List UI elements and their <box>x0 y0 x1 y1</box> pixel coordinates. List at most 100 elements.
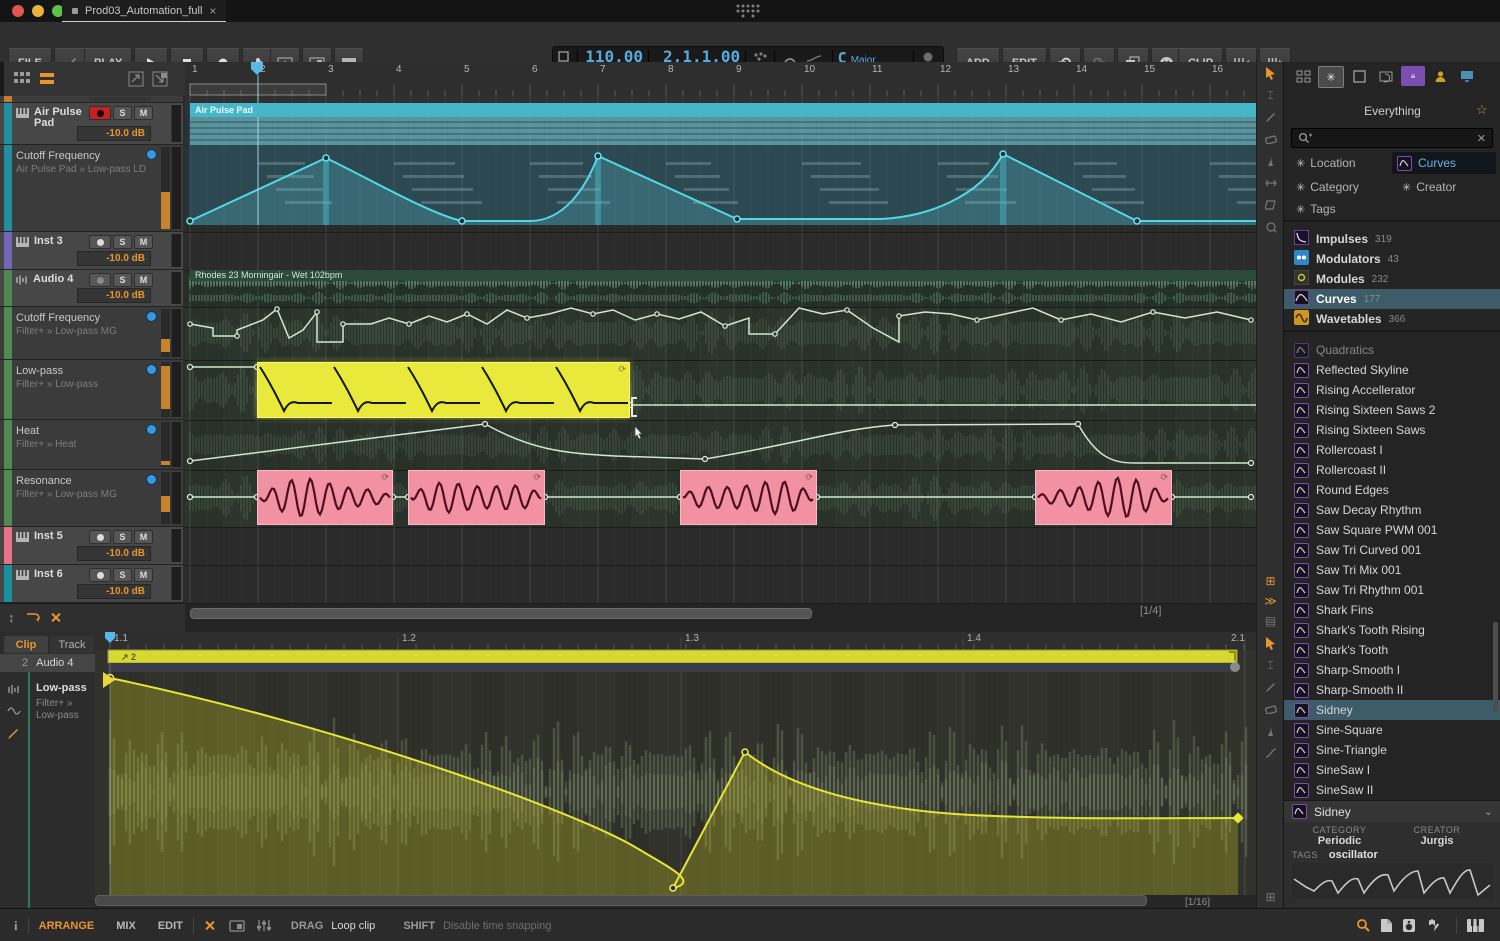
automation-lane-low-pass[interactable]: Low-passFilter+ » Low-pass <box>0 360 183 420</box>
curve-item[interactable]: Shark's Tooth Rising <box>1284 620 1500 640</box>
track-volume[interactable]: -10.0 dB <box>77 251 151 266</box>
editor-canvas[interactable]: ↗ 2 1.11.21.31.42.1 [1/16] <box>95 632 1256 908</box>
curve-item[interactable]: Rising Sixteen Saws 2 <box>1284 400 1500 420</box>
filter-tags[interactable]: ✳Tags <box>1296 202 1336 216</box>
editor-track-label[interactable]: 2 Audio 4 <box>0 654 95 672</box>
solo-button[interactable]: S <box>113 273 132 287</box>
filter-curves-active[interactable]: Curves <box>1392 152 1496 174</box>
mode-mix[interactable]: MIX <box>116 920 136 932</box>
solo-button[interactable]: S <box>113 235 132 249</box>
curve-item[interactable]: Sharp-Smooth II <box>1284 680 1500 700</box>
curve-item[interactable]: Shark Fins <box>1284 600 1500 620</box>
follow-playback-icon[interactable] <box>26 611 42 624</box>
arranger-hscrollbar[interactable] <box>190 608 812 619</box>
resize-lanes-icon[interactable]: ↕ <box>8 610 15 625</box>
track-air-pulse-pad[interactable]: Air Pulse PadSM-10.0 dB <box>0 103 183 145</box>
curve-item[interactable]: Saw Decay Rhythm <box>1284 500 1500 520</box>
editor-time-selection-tool[interactable]: ⌶ <box>1257 654 1284 676</box>
editor-lane-name[interactable]: Low-pass <box>36 682 87 694</box>
editor-hscrollbar[interactable] <box>95 895 1147 906</box>
curve-item[interactable]: Rollercoast II <box>1284 460 1500 480</box>
automation-enable-dot[interactable] <box>146 424 157 435</box>
zoom-search-icon[interactable] <box>1356 918 1371 933</box>
editor-pen-tool[interactable] <box>1257 676 1284 698</box>
air-clip-header[interactable]: Air Pulse Pad <box>190 103 1256 117</box>
automation-lane-heat[interactable]: HeatFilter+ » Heat <box>0 420 183 470</box>
mute-button[interactable]: M <box>134 530 153 544</box>
editor-grid-settings-icon[interactable]: ⊞ <box>1257 886 1284 908</box>
time-selection-tool[interactable]: ⌶ <box>1257 84 1284 106</box>
comping-tool[interactable] <box>1257 194 1284 216</box>
expand-tracks-icon[interactable] <box>128 71 145 87</box>
clear-search-icon[interactable]: ✕ <box>1477 132 1486 145</box>
track-audio-4[interactable]: Audio 4SM-10.0 dB <box>0 270 183 307</box>
stretch-tool[interactable] <box>1257 172 1284 194</box>
rhodes-clip-header[interactable]: Rhodes 23 Morningair - Wet 102bpm <box>190 270 1256 281</box>
file-icon[interactable] <box>1380 918 1393 933</box>
tab-track[interactable]: Track <box>50 636 94 653</box>
filter-location[interactable]: ✳Location <box>1296 156 1356 170</box>
pen-tool[interactable] <box>1257 106 1284 128</box>
curve-item[interactable]: SineSaw II <box>1284 780 1500 800</box>
list-view-icon[interactable] <box>40 72 56 86</box>
track-inst-3[interactable]: Inst 3SM-10.0 dB <box>0 232 183 270</box>
grid-settings-icon[interactable]: ▤ <box>1257 610 1284 632</box>
clear-automation-icon[interactable] <box>50 612 61 623</box>
browser-device-screen-icon[interactable] <box>1455 66 1479 86</box>
snap-grid-icon[interactable]: ⊞ <box>1257 570 1284 592</box>
track-volume[interactable]: -10.0 dB <box>77 126 151 141</box>
draw-pencil-icon[interactable] <box>7 728 19 740</box>
mute-button[interactable]: M <box>134 106 153 120</box>
resonance-clip[interactable]: ⟳ <box>257 470 393 525</box>
arranger-timeline[interactable]: 12345678910111213141516 Air Pulse Pad Rh… <box>185 62 1256 632</box>
automation-enable-dot[interactable] <box>146 474 157 485</box>
curve-item[interactable]: Rising Sixteen Saws <box>1284 420 1500 440</box>
category-modules[interactable]: Modules232 <box>1284 269 1500 289</box>
browser-recent-icon[interactable] <box>1374 66 1398 86</box>
arm-record-button[interactable] <box>89 106 111 120</box>
automation-lane-cutoff-frequency[interactable]: Cutoff FrequencyAir Pulse Pad » Low-pass… <box>0 145 183 232</box>
automation-fader[interactable] <box>161 362 170 417</box>
curve-item[interactable]: Reflected Skyline <box>1284 360 1500 380</box>
automation-fader[interactable] <box>161 472 170 524</box>
automation-lane-resonance[interactable]: ResonanceFilter+ » Low-pass MG <box>0 470 183 527</box>
piano-icon[interactable] <box>1467 919 1484 932</box>
curve-item[interactable]: Sine-Square <box>1284 720 1500 740</box>
devices-grid-icon[interactable] <box>1291 66 1315 86</box>
track-volume[interactable]: -10.0 dB <box>77 546 151 561</box>
mode-arrange[interactable]: ARRANGE <box>39 920 95 932</box>
arm-record-button[interactable] <box>89 235 111 249</box>
mute-button[interactable]: M <box>134 235 153 249</box>
shrink-tracks-icon[interactable] <box>152 71 169 87</box>
browser-scrollbar[interactable] <box>1493 622 1498 712</box>
track-inst-6[interactable]: Inst 6SM-10.0 dB <box>0 565 183 603</box>
solo-button[interactable]: S <box>113 530 132 544</box>
browser-files-icon[interactable]: ≡ <box>1401 66 1425 86</box>
arm-record-button[interactable] <box>89 530 111 544</box>
resonance-clip[interactable]: ⟳ <box>1035 470 1172 525</box>
grid-view-icon[interactable] <box>14 72 32 86</box>
pointer-tool[interactable] <box>1257 62 1284 84</box>
track-inst-5[interactable]: Inst 5SM-10.0 dB <box>0 527 183 565</box>
curve-item[interactable]: Saw Square PWM 001 <box>1284 520 1500 540</box>
resonance-clip[interactable]: ⟳ <box>408 470 545 525</box>
automation-fader[interactable] <box>161 147 170 229</box>
mixer-sliders-icon[interactable] <box>257 919 271 932</box>
curve-item[interactable]: Quadratics <box>1284 340 1500 360</box>
editor-pointer-tool[interactable] <box>1257 632 1284 654</box>
info-icon[interactable]: i <box>14 918 18 934</box>
browser-user-icon[interactable] <box>1428 66 1452 86</box>
filter-creator[interactable]: ✳Creator <box>1402 180 1456 194</box>
curve-item[interactable]: SineSaw I <box>1284 760 1500 780</box>
close-tab-icon[interactable]: × <box>209 4 216 18</box>
mute-button[interactable]: M <box>134 273 153 287</box>
curve-item[interactable]: Saw Tri Rhythm 001 <box>1284 580 1500 600</box>
chevron-down-icon[interactable]: ⌄ <box>1484 805 1493 818</box>
curve-item[interactable]: Shark's Tooth <box>1284 640 1500 660</box>
curve-item[interactable]: Sharp-Smooth I <box>1284 660 1500 680</box>
knife-tool[interactable] <box>1257 150 1284 172</box>
track-volume[interactable]: -10.0 dB <box>77 584 151 599</box>
track-volume[interactable]: -10.0 dB <box>77 288 151 303</box>
curve-item[interactable]: Sidney <box>1284 700 1500 720</box>
speaker-icon[interactable] <box>1402 918 1416 933</box>
